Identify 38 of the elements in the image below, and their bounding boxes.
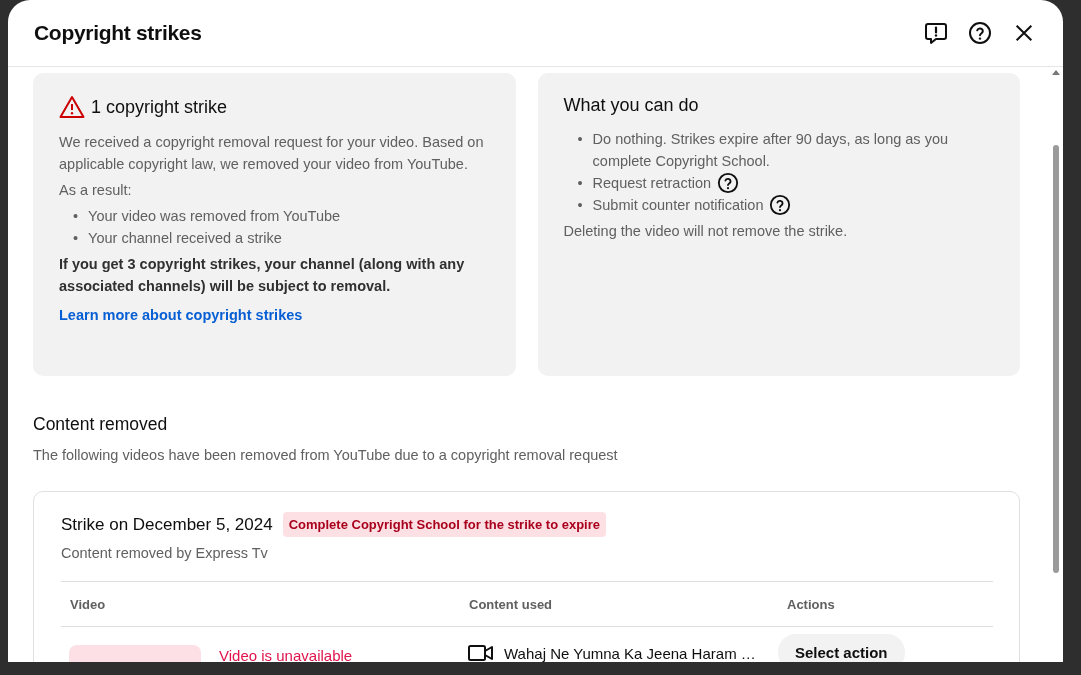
scrollbar-thumb[interactable]: [1053, 145, 1059, 573]
list-bullet: •: [577, 130, 583, 149]
column-header: Video: [69, 596, 107, 612]
scroll-up-icon[interactable]: [1052, 69, 1060, 75]
list-bullet: •: [73, 207, 79, 226]
dialog-title: Copyright strikes: [34, 21, 203, 45]
warning-icon: [59, 95, 85, 119]
status-badge: Complete Copyright School for the strike to expire: [282, 512, 606, 537]
video-status: Video is unavailable: [219, 646, 353, 662]
option-item: Request retraction: [592, 174, 712, 193]
result-label: As a result:: [59, 181, 133, 200]
help-icon: [968, 20, 992, 46]
list-bullet: •: [577, 174, 583, 193]
list-bullet: •: [577, 196, 583, 215]
help-icon[interactable]: [717, 172, 740, 194]
description-text: We received a copyright removal request for your video. Based on applicable copyright law, we removed your video from YouTube.: [59, 133, 485, 174]
strike-title: Strike on December 5, 2024: [61, 514, 273, 535]
content-title: Wahaj Ne Yumna Ka Jeena Haram …: [504, 644, 756, 662]
section-description: The following videos have been removed from YouTube due to a copyright removal request: [33, 447, 619, 463]
option-item: Submit counter notification: [592, 196, 764, 215]
result-item: Your video was removed from YouTube: [88, 207, 341, 226]
column-header: Content used: [468, 596, 554, 612]
column-header: Actions: [786, 596, 836, 612]
option-item: Do nothing. Strikes expire after 90 days, as long as you complete Copyright School.: [592, 130, 950, 171]
help-icon[interactable]: [769, 194, 792, 216]
strike-subtitle: Content removed by Express Tv: [61, 545, 269, 561]
result-item: Your channel received a strike: [88, 229, 282, 248]
close-icon: [1013, 22, 1035, 44]
note-text: Deleting the video will not remove the strike.: [563, 222, 849, 241]
feedback-icon: [924, 20, 948, 46]
section-heading: Content removed: [33, 414, 169, 435]
card-title: What you can do: [563, 95, 699, 116]
video-camera-icon: [468, 643, 494, 662]
card-title: 1 copyright strike: [91, 96, 228, 118]
warning-text: If you get 3 copyright strikes, your channel (along with any associated channels) will be subject to removal.: [59, 255, 466, 296]
learn-more-link[interactable]: Learn more about copyright strikes: [59, 307, 303, 323]
select-action-button[interactable]: Select action: [778, 634, 905, 662]
list-bullet: •: [73, 229, 79, 248]
